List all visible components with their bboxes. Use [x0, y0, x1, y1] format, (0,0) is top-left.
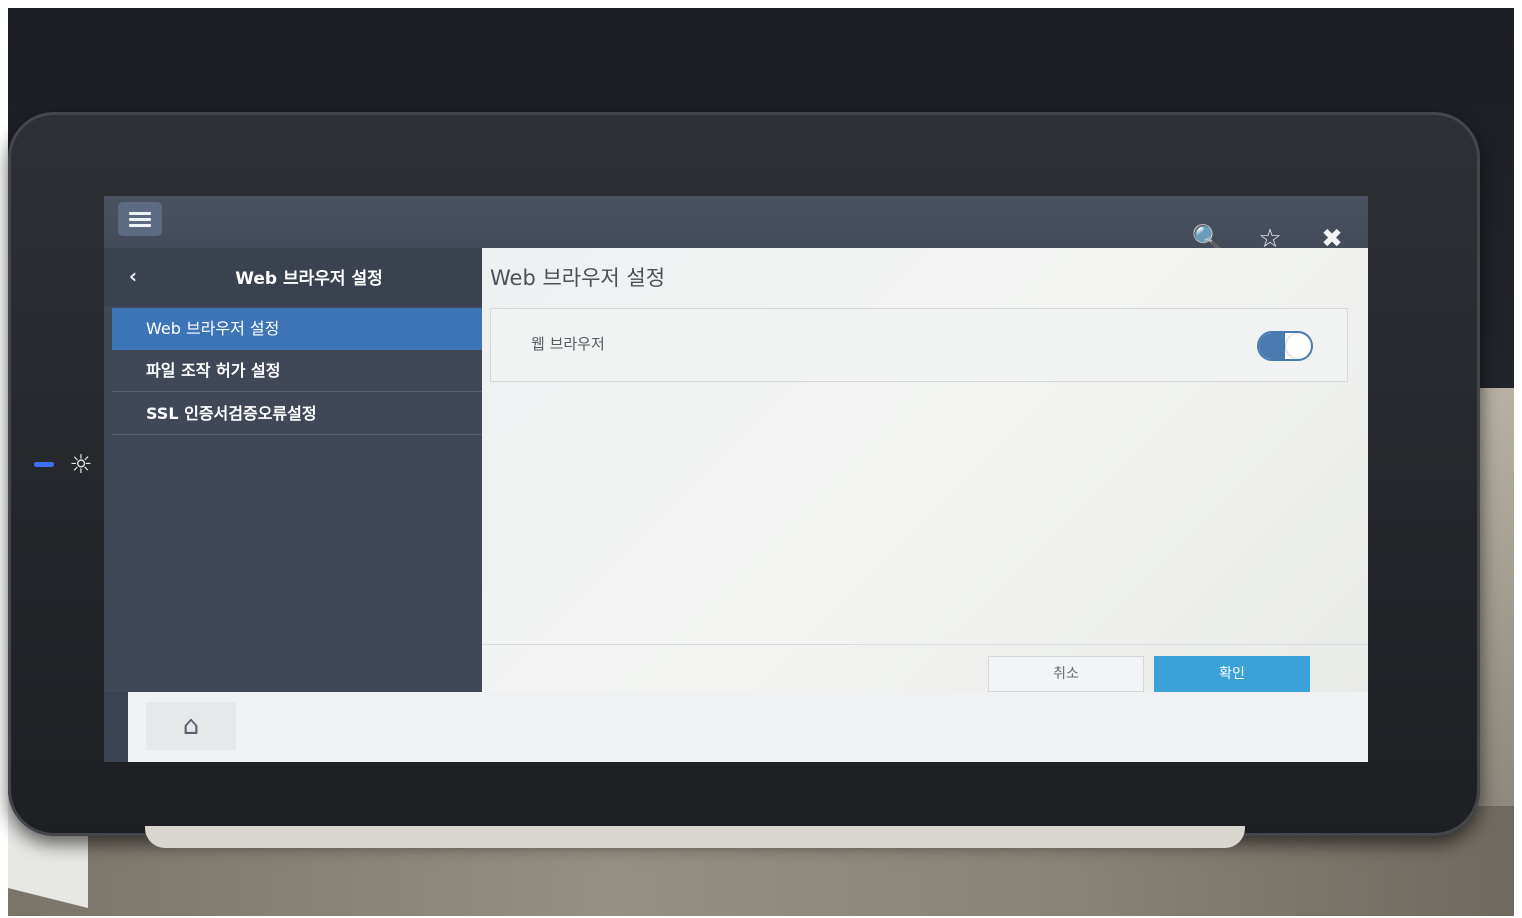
sidebar-header: ‹ Web 브라우저 설정: [104, 248, 482, 306]
bottom-bar: ⌂: [128, 692, 1368, 762]
settings-sidebar: ‹ Web 브라우저 설정 Web 브라우저 설정 파일 조작 허가 설정 SS…: [104, 248, 482, 692]
home-icon[interactable]: ⌂: [146, 702, 236, 750]
hamburger-menu-icon: [129, 209, 151, 230]
sidebar-title: Web 브라우저 설정: [235, 269, 383, 289]
ok-button[interactable]: 확인: [1154, 656, 1310, 692]
toggle-knob: [1286, 334, 1310, 358]
hamburger-menu-button[interactable]: [118, 202, 162, 236]
cancel-button[interactable]: 취소: [988, 656, 1144, 692]
sidebar-item-file-operation-permission[interactable]: 파일 조작 허가 설정: [112, 350, 482, 392]
settings-content: Web 브라우저 설정 웹 브라우저 취소 확인: [482, 248, 1368, 692]
toggle-fill: [1259, 333, 1285, 359]
page-title: Web 브라우저 설정: [490, 266, 666, 290]
device-stand: [145, 826, 1245, 848]
web-browser-setting-row: 웹 브라우저: [490, 308, 1348, 382]
web-browser-toggle[interactable]: [1257, 331, 1313, 361]
web-browser-label: 웹 브라우저: [531, 335, 605, 353]
divider: [482, 644, 1368, 645]
top-bar: 🔍 ☆ ✖: [104, 196, 1368, 254]
sidebar-item-web-browser-settings[interactable]: Web 브라우저 설정: [112, 308, 482, 350]
touch-screen: 🔍 ☆ ✖ ‹ Web 브라우저 설정 Web 브라우저 설정 파일 조작 허가…: [104, 196, 1368, 762]
power-saver-icon[interactable]: ☼: [64, 448, 98, 482]
sidebar-item-ssl-certificate-error[interactable]: SSL 인증서검증오류설정: [112, 393, 482, 435]
status-led: [34, 462, 54, 467]
